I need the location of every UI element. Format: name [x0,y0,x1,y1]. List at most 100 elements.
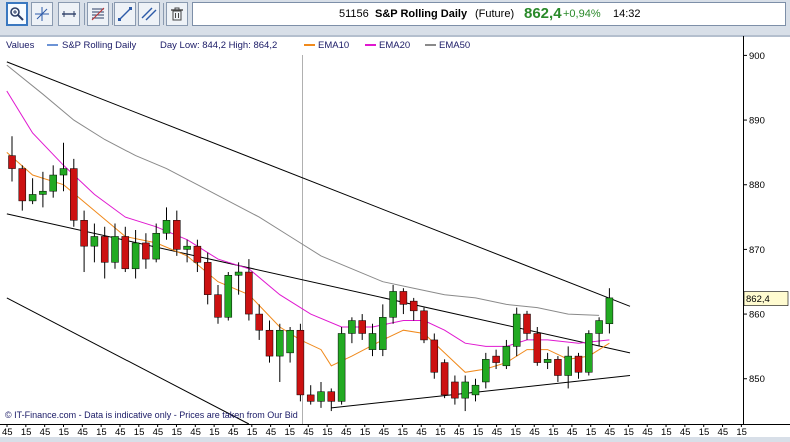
candle-body-up [482,359,490,383]
candle-27 [276,323,284,382]
candle-body-down [440,362,449,396]
candle-26 [265,320,274,363]
crosshair-icon[interactable] [31,2,53,26]
candle-31 [317,381,325,408]
x-tick-label: 15 [171,427,182,437]
candle-body-down [255,313,263,331]
candle-2 [18,165,27,211]
candle-body-down [327,391,336,402]
x-tick-label: 15 [96,427,107,437]
candle-body-up [152,232,160,260]
legend-ema20: EMA20 [379,40,410,51]
candle-body-down [399,291,408,305]
trendline-1 [6,61,631,307]
candle-body-up [348,320,356,334]
trendline-3 [6,297,250,425]
candle-8 [80,210,88,273]
candle-body-down [420,310,428,341]
x-tick-label: 15 [548,427,559,437]
candle-9 [90,223,99,263]
candle-body-down [492,355,500,363]
candle-body-up [564,355,572,376]
legend-values-label: Values [6,40,35,51]
trash-icon[interactable] [166,2,188,26]
candle-59 [605,288,614,334]
candle-35 [358,314,366,340]
candle-body-up [59,168,68,176]
x-tick-label: 45 [492,427,503,437]
candle-body-down [358,320,366,334]
candle-53 [543,352,552,370]
legend-day-range: Day Low: 844,2 High: 864,2 [160,40,277,51]
candle-body-down [409,300,418,312]
x-tick-label: 45 [454,427,465,437]
x-tick-label: 15 [58,427,69,437]
candle-54 [554,356,562,382]
last-price-label: 862,4 [746,294,770,305]
candle-body-up [512,313,521,347]
candle-3 [28,178,37,205]
candle-body-down [430,339,439,373]
candle-body-down [574,355,583,373]
candle-body-down [306,394,315,402]
y-tick-label: 880 [749,180,765,191]
y-tick-label: 900 [749,51,765,62]
candle-40 [409,297,418,321]
candle-body-down [100,236,109,263]
candle-body-down [121,236,130,270]
candle-body-down [18,168,27,202]
candle-20 [203,252,212,305]
x-tick-label: 45 [303,427,314,437]
candle-body-up [162,220,171,234]
candle-50 [512,307,521,357]
candle-body-up [389,291,397,318]
candle-16 [162,207,171,240]
x-tick-label: 15 [397,427,408,437]
zoom-icon[interactable] [6,2,28,26]
legend-ema50: EMA50 [439,40,470,51]
x-tick-label: 45 [567,427,578,437]
candle-30 [306,385,315,405]
candle-33 [337,327,346,405]
fibonacci-icon[interactable] [87,2,109,26]
candle-body-down [173,220,181,250]
x-tick-label: 15 [21,427,32,437]
last-update-time: 14:32 [613,8,641,20]
candle-21 [214,284,222,324]
x-tick-label: 15 [661,427,672,437]
candle-18 [183,239,191,263]
candle-36 [368,323,377,357]
candle-body-up [461,381,469,399]
x-tick-label: 15 [623,427,634,437]
candle-body-down [554,359,562,376]
x-tick-label: 15 [247,427,258,437]
instrument-name: S&P Rolling Daily [375,8,468,20]
candle-7 [70,158,78,227]
x-tick-label: 45 [605,427,616,437]
x-tick-label: 45 [642,427,653,437]
x-tick-label: 15 [322,427,333,437]
y-tick-label: 850 [749,374,765,385]
x-tick-label: 45 [718,427,729,437]
candle-14 [142,233,150,269]
candle-37 [379,304,387,357]
parallel-lines-icon[interactable] [138,2,160,26]
horizontal-line-icon[interactable] [58,2,80,26]
legend-ema10: EMA10 [318,40,349,51]
candle-body-up [183,245,191,250]
candle-43 [440,359,449,399]
candle-body-down [80,220,88,247]
candle-17 [173,210,181,256]
candlestick-chart[interactable]: Values S&P Rolling Daily Day Low: 844,2 … [0,35,790,438]
x-tick-label: 15 [209,427,220,437]
candle-29 [296,323,305,402]
candle-body-up [276,329,284,357]
candle-25 [255,304,263,340]
trendline-icon[interactable] [114,2,136,26]
candle-body-up [543,359,552,363]
x-tick-label: 45 [190,427,201,437]
instrument-type: (Future) [475,8,515,20]
candle-body-down [142,242,150,260]
candle-body-up [337,333,346,402]
candle-body-up [585,333,593,373]
